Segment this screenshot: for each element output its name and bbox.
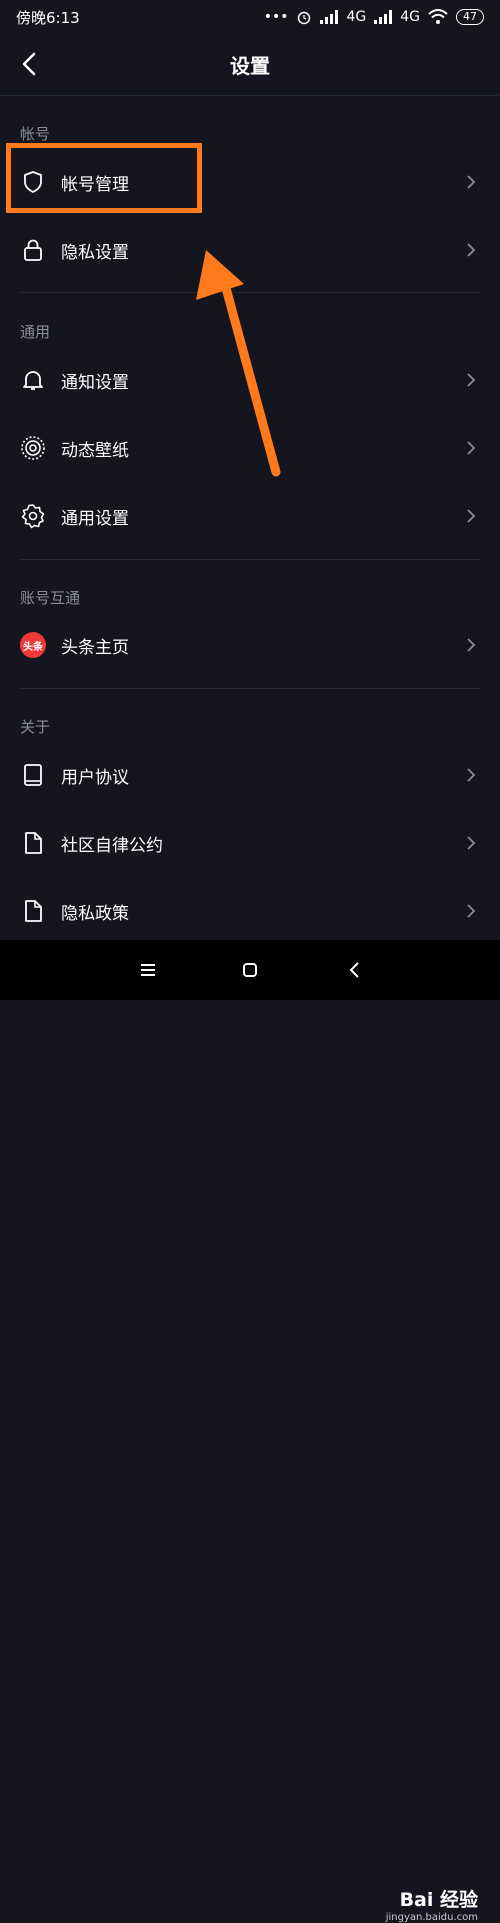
settings-item-toutiao-homepage[interactable]: 头条 头条主页 (0, 617, 500, 673)
toutiao-logo-icon: 头条 (20, 632, 46, 658)
section-divider (20, 688, 480, 689)
chevron-right-icon (467, 836, 476, 850)
lock-icon (24, 239, 42, 261)
settings-item-label: 帐号管理 (61, 174, 129, 195)
section-title-account: 帐号 (20, 125, 51, 143)
settings-item-label: 通知设置 (61, 372, 129, 393)
watermark-brand: Bai 经验 (399, 1889, 478, 1911)
chevron-right-icon (467, 768, 476, 782)
chevron-right-icon (467, 441, 476, 455)
section-title-about: 关于 (20, 718, 51, 736)
settings-item-label: 动态壁纸 (61, 440, 129, 461)
signal-icon (374, 10, 393, 24)
wifi-icon (428, 9, 448, 24)
settings-item-account-management[interactable]: 帐号管理 (0, 154, 500, 210)
section-divider (20, 559, 480, 560)
settings-item-user-agreement[interactable]: 用户协议 (0, 747, 500, 803)
settings-item-live-wallpaper[interactable]: 动态壁纸 (0, 420, 500, 476)
battery-indicator: 47 (456, 9, 484, 25)
status-icons: ••• 4G 4G 47 (264, 9, 484, 25)
settings-item-label: 头条主页 (61, 637, 129, 658)
signal-icon (320, 10, 339, 24)
gear-icon (21, 504, 45, 529)
chevron-right-icon (467, 904, 476, 918)
notification-dots: ••• (263, 9, 289, 25)
settings-item-label: 通用设置 (61, 508, 129, 529)
settings-item-label: 社区自律公约 (61, 835, 163, 856)
settings-item-label: 用户协议 (61, 767, 129, 788)
network-type-2: 4G (400, 9, 420, 25)
settings-item-privacy-policy[interactable]: 隐私政策 (0, 883, 500, 939)
header: 设置 (0, 34, 500, 94)
back-arrow-icon[interactable] (14, 48, 46, 80)
baidu-jingyan-watermark: Bai 经验 jingyan.baidu.com (386, 1885, 478, 1923)
header-divider (0, 95, 500, 96)
network-type-1: 4G (346, 9, 367, 25)
chevron-right-icon (467, 175, 476, 189)
system-navigation-bar: Bai 经验 jingyan.baidu.com (0, 940, 500, 1923)
chevron-right-icon (467, 243, 476, 257)
bell-icon (23, 371, 43, 390)
section-title-linked-accounts: 账号互通 (20, 589, 81, 607)
watermark-url: jingyan.baidu.com (385, 1912, 478, 1923)
target-rings-icon (21, 436, 45, 460)
chevron-right-icon (467, 509, 476, 523)
shield-icon (24, 171, 42, 193)
menu-icon[interactable] (136, 958, 160, 982)
chevron-right-icon (467, 373, 476, 387)
home-square-icon[interactable] (238, 958, 262, 982)
status-bar: 傍晚6:13 ••• 4G 4G 47 (0, 0, 500, 34)
back-icon[interactable] (343, 958, 367, 982)
settings-item-privacy[interactable]: 隐私设置 (0, 222, 500, 278)
settings-item-general[interactable]: 通用设置 (0, 488, 500, 544)
book-icon (24, 764, 42, 786)
chevron-right-icon (467, 638, 476, 652)
alarm-icon (298, 11, 311, 25)
page-title: 设置 (230, 53, 270, 78)
section-divider (20, 292, 480, 293)
status-time: 傍晚6:13 (16, 8, 80, 27)
settings-item-label: 隐私设置 (61, 242, 129, 263)
settings-item-label: 隐私政策 (61, 903, 129, 924)
document-icon (25, 900, 42, 922)
document-icon (25, 832, 42, 854)
section-title-general: 通用 (20, 323, 51, 341)
settings-item-community-guidelines[interactable]: 社区自律公约 (0, 815, 500, 871)
settings-item-notifications[interactable]: 通知设置 (0, 352, 500, 408)
